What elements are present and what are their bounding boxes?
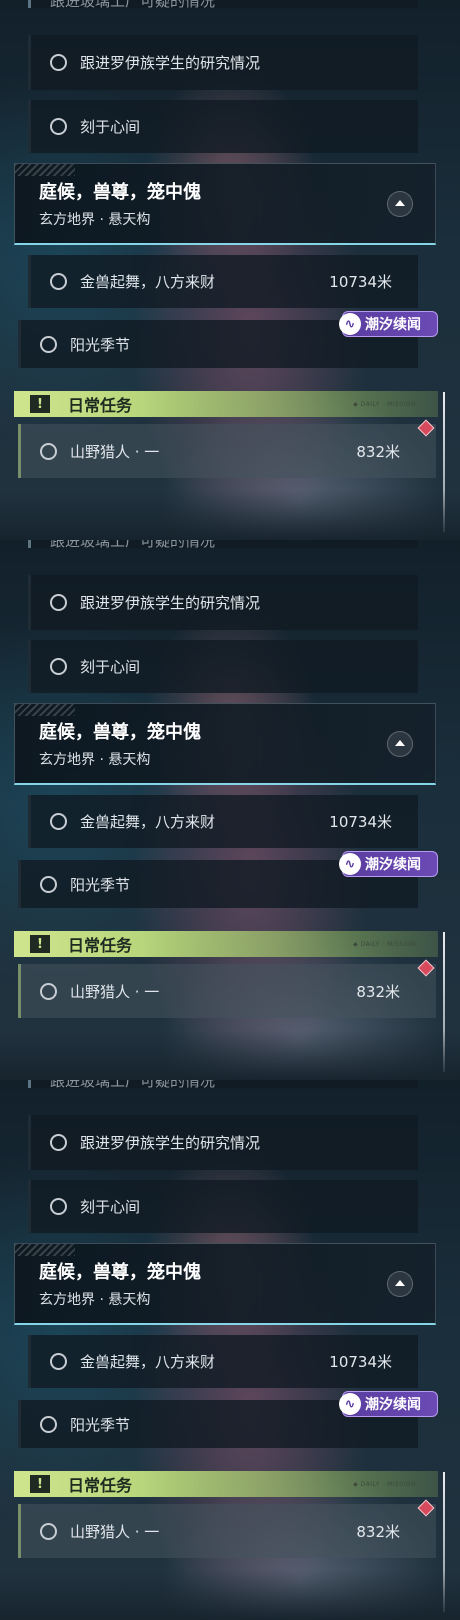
daily-missions-header[interactable]: ! 日常任务 ◆ DAILY · MISSION	[14, 931, 438, 957]
quest-item-label: 刻于心间	[80, 1198, 141, 1216]
quest-step-item[interactable]: 金兽起舞，八方来财 10734米	[28, 795, 418, 848]
daily-mission-label: 山野猎人 · 一	[70, 982, 160, 1001]
quest-step-item[interactable]: 金兽起舞，八方来财 10734米	[28, 255, 418, 308]
bottom-fade	[0, 1030, 460, 1080]
circle-marker-icon	[50, 813, 67, 830]
daily-missions-header[interactable]: ! 日常任务 ◆ DAILY · MISSION	[14, 1471, 438, 1497]
daily-missions-tag: ◆ DAILY · MISSION	[353, 400, 416, 408]
quest-step-label: 金兽起舞，八方来财	[80, 1353, 216, 1371]
quest-tracker-panel: 跟进玻璃工厂可疑的情况 跟进罗伊族学生的研究情况 刻于心间 庭候，兽尊，笼中傀 …	[0, 0, 460, 540]
quest-item-label: 刻于心间	[80, 118, 141, 136]
item-bar	[28, 1080, 31, 1088]
event-badge[interactable]: ∿ 潮汐续闻	[339, 851, 438, 877]
circle-marker-icon	[40, 335, 57, 353]
quest-step-item[interactable]: 金兽起舞，八方来财 10734米	[28, 1335, 418, 1388]
daily-mission-item[interactable]: 山野猎人 · 一 832米	[18, 964, 436, 1018]
daily-missions-title: 日常任务	[68, 396, 133, 415]
quest-item-label: 跟进罗伊族学生的研究情况	[80, 594, 261, 612]
circle-marker-icon	[50, 594, 67, 611]
circle-marker-icon	[40, 875, 57, 893]
circle-marker-icon	[40, 1522, 57, 1540]
main-quest-location: 玄方地界 · 悬天构	[39, 752, 151, 768]
partially-hidden-quest-item: 跟进玻璃工厂可疑的情况	[28, 1080, 418, 1088]
exclamation-icon: !	[30, 395, 50, 413]
daily-missions-title: 日常任务	[68, 1476, 133, 1495]
partially-hidden-quest-item: 跟进玻璃工厂可疑的情况	[28, 0, 418, 8]
quest-tracker-panel: 跟进玻璃工厂可疑的情况 跟进罗伊族学生的研究情况 刻于心间 庭候，兽尊，笼中傀 …	[0, 540, 460, 1080]
circle-marker-icon	[50, 658, 67, 675]
distance-label: 10734米	[329, 813, 392, 831]
quest-item-label: 跟进罗伊族学生的研究情况	[80, 1134, 261, 1152]
tracked-quest-item[interactable]: 刻于心间	[28, 1180, 418, 1233]
tide-logo-icon: ∿	[339, 313, 361, 335]
daily-missions-tag: ◆ DAILY · MISSION	[353, 940, 416, 948]
circle-marker-icon	[50, 118, 67, 135]
quest-item-label: 刻于心间	[80, 658, 141, 676]
tracked-quest-item[interactable]: 跟进罗伊族学生的研究情况	[28, 575, 418, 630]
circle-marker-icon	[50, 1198, 67, 1215]
card-stripe-decoration	[15, 704, 75, 716]
quest-item-label: 阳光季节	[70, 335, 131, 354]
bottom-fade	[0, 490, 460, 540]
daily-missions-header[interactable]: ! 日常任务 ◆ DAILY · MISSION	[14, 391, 438, 417]
event-badge[interactable]: ∿ 潮汐续闻	[339, 311, 438, 337]
quest-item-label: 跟进罗伊族学生的研究情况	[80, 54, 261, 72]
exclamation-icon: !	[30, 935, 50, 953]
tracked-quest-item[interactable]: 刻于心间	[28, 100, 418, 153]
item-bar	[28, 0, 31, 8]
main-quest-location: 玄方地界 · 悬天构	[39, 1292, 151, 1308]
main-quest-card[interactable]: 庭候，兽尊，笼中傀 玄方地界 · 悬天构	[14, 1243, 436, 1325]
distance-label: 832米	[356, 982, 400, 1001]
main-quest-location: 玄方地界 · 悬天构	[39, 212, 151, 228]
distance-label: 832米	[356, 442, 400, 461]
quest-step-label: 金兽起舞，八方来财	[80, 813, 216, 831]
quest-step-label: 金兽起舞，八方来财	[80, 273, 216, 291]
circle-marker-icon	[40, 982, 57, 1000]
daily-missions-title: 日常任务	[68, 936, 133, 955]
daily-mission-item[interactable]: 山野猎人 · 一 832米	[18, 424, 436, 478]
exclamation-icon: !	[30, 1475, 50, 1493]
quest-item-label: 阳光季节	[70, 875, 131, 894]
circle-marker-icon	[40, 442, 57, 460]
circle-marker-icon	[50, 1353, 67, 1370]
bottom-fade	[0, 1570, 460, 1620]
distance-label: 10734米	[329, 273, 392, 291]
quest-item-label: 阳光季节	[70, 1415, 131, 1434]
main-quest-title: 庭候，兽尊，笼中傀	[39, 1262, 201, 1283]
event-badge-label: 潮汐续闻	[365, 317, 421, 333]
main-quest-title: 庭候，兽尊，笼中傀	[39, 182, 201, 203]
distance-label: 10734米	[329, 1353, 392, 1371]
event-badge[interactable]: ∿ 潮汐续闻	[339, 1391, 438, 1417]
tide-logo-icon: ∿	[339, 853, 361, 875]
quest-tracker-panel: 跟进玻璃工厂可疑的情况 跟进罗伊族学生的研究情况 刻于心间 庭候，兽尊，笼中傀 …	[0, 1080, 460, 1620]
tracked-quest-item[interactable]: 刻于心间	[28, 640, 418, 693]
main-quest-title: 庭候，兽尊，笼中傀	[39, 722, 201, 743]
collapse-chevron-up-icon[interactable]	[387, 1271, 413, 1297]
daily-missions-tag: ◆ DAILY · MISSION	[353, 1480, 416, 1488]
collapse-chevron-up-icon[interactable]	[387, 191, 413, 217]
circle-marker-icon	[50, 273, 67, 290]
daily-mission-label: 山野猎人 · 一	[70, 1522, 160, 1541]
daily-mission-label: 山野猎人 · 一	[70, 442, 160, 461]
event-badge-label: 潮汐续闻	[365, 1397, 421, 1413]
main-quest-card[interactable]: 庭候，兽尊，笼中傀 玄方地界 · 悬天构	[14, 163, 436, 245]
tracked-quest-item[interactable]: 跟进罗伊族学生的研究情况	[28, 1115, 418, 1170]
event-badge-label: 潮汐续闻	[365, 857, 421, 873]
circle-marker-icon	[40, 1415, 57, 1433]
card-stripe-decoration	[15, 164, 75, 176]
circle-marker-icon	[50, 54, 67, 71]
tracked-quest-item[interactable]: 跟进罗伊族学生的研究情况	[28, 35, 418, 90]
distance-label: 832米	[356, 1522, 400, 1541]
card-stripe-decoration	[15, 1244, 75, 1256]
partially-hidden-quest-item: 跟进玻璃工厂可疑的情况	[28, 540, 418, 548]
daily-mission-item[interactable]: 山野猎人 · 一 832米	[18, 1504, 436, 1558]
circle-marker-icon	[50, 1134, 67, 1151]
item-bar	[28, 540, 31, 548]
main-quest-card[interactable]: 庭候，兽尊，笼中傀 玄方地界 · 悬天构	[14, 703, 436, 785]
collapse-chevron-up-icon[interactable]	[387, 731, 413, 757]
tide-logo-icon: ∿	[339, 1393, 361, 1415]
